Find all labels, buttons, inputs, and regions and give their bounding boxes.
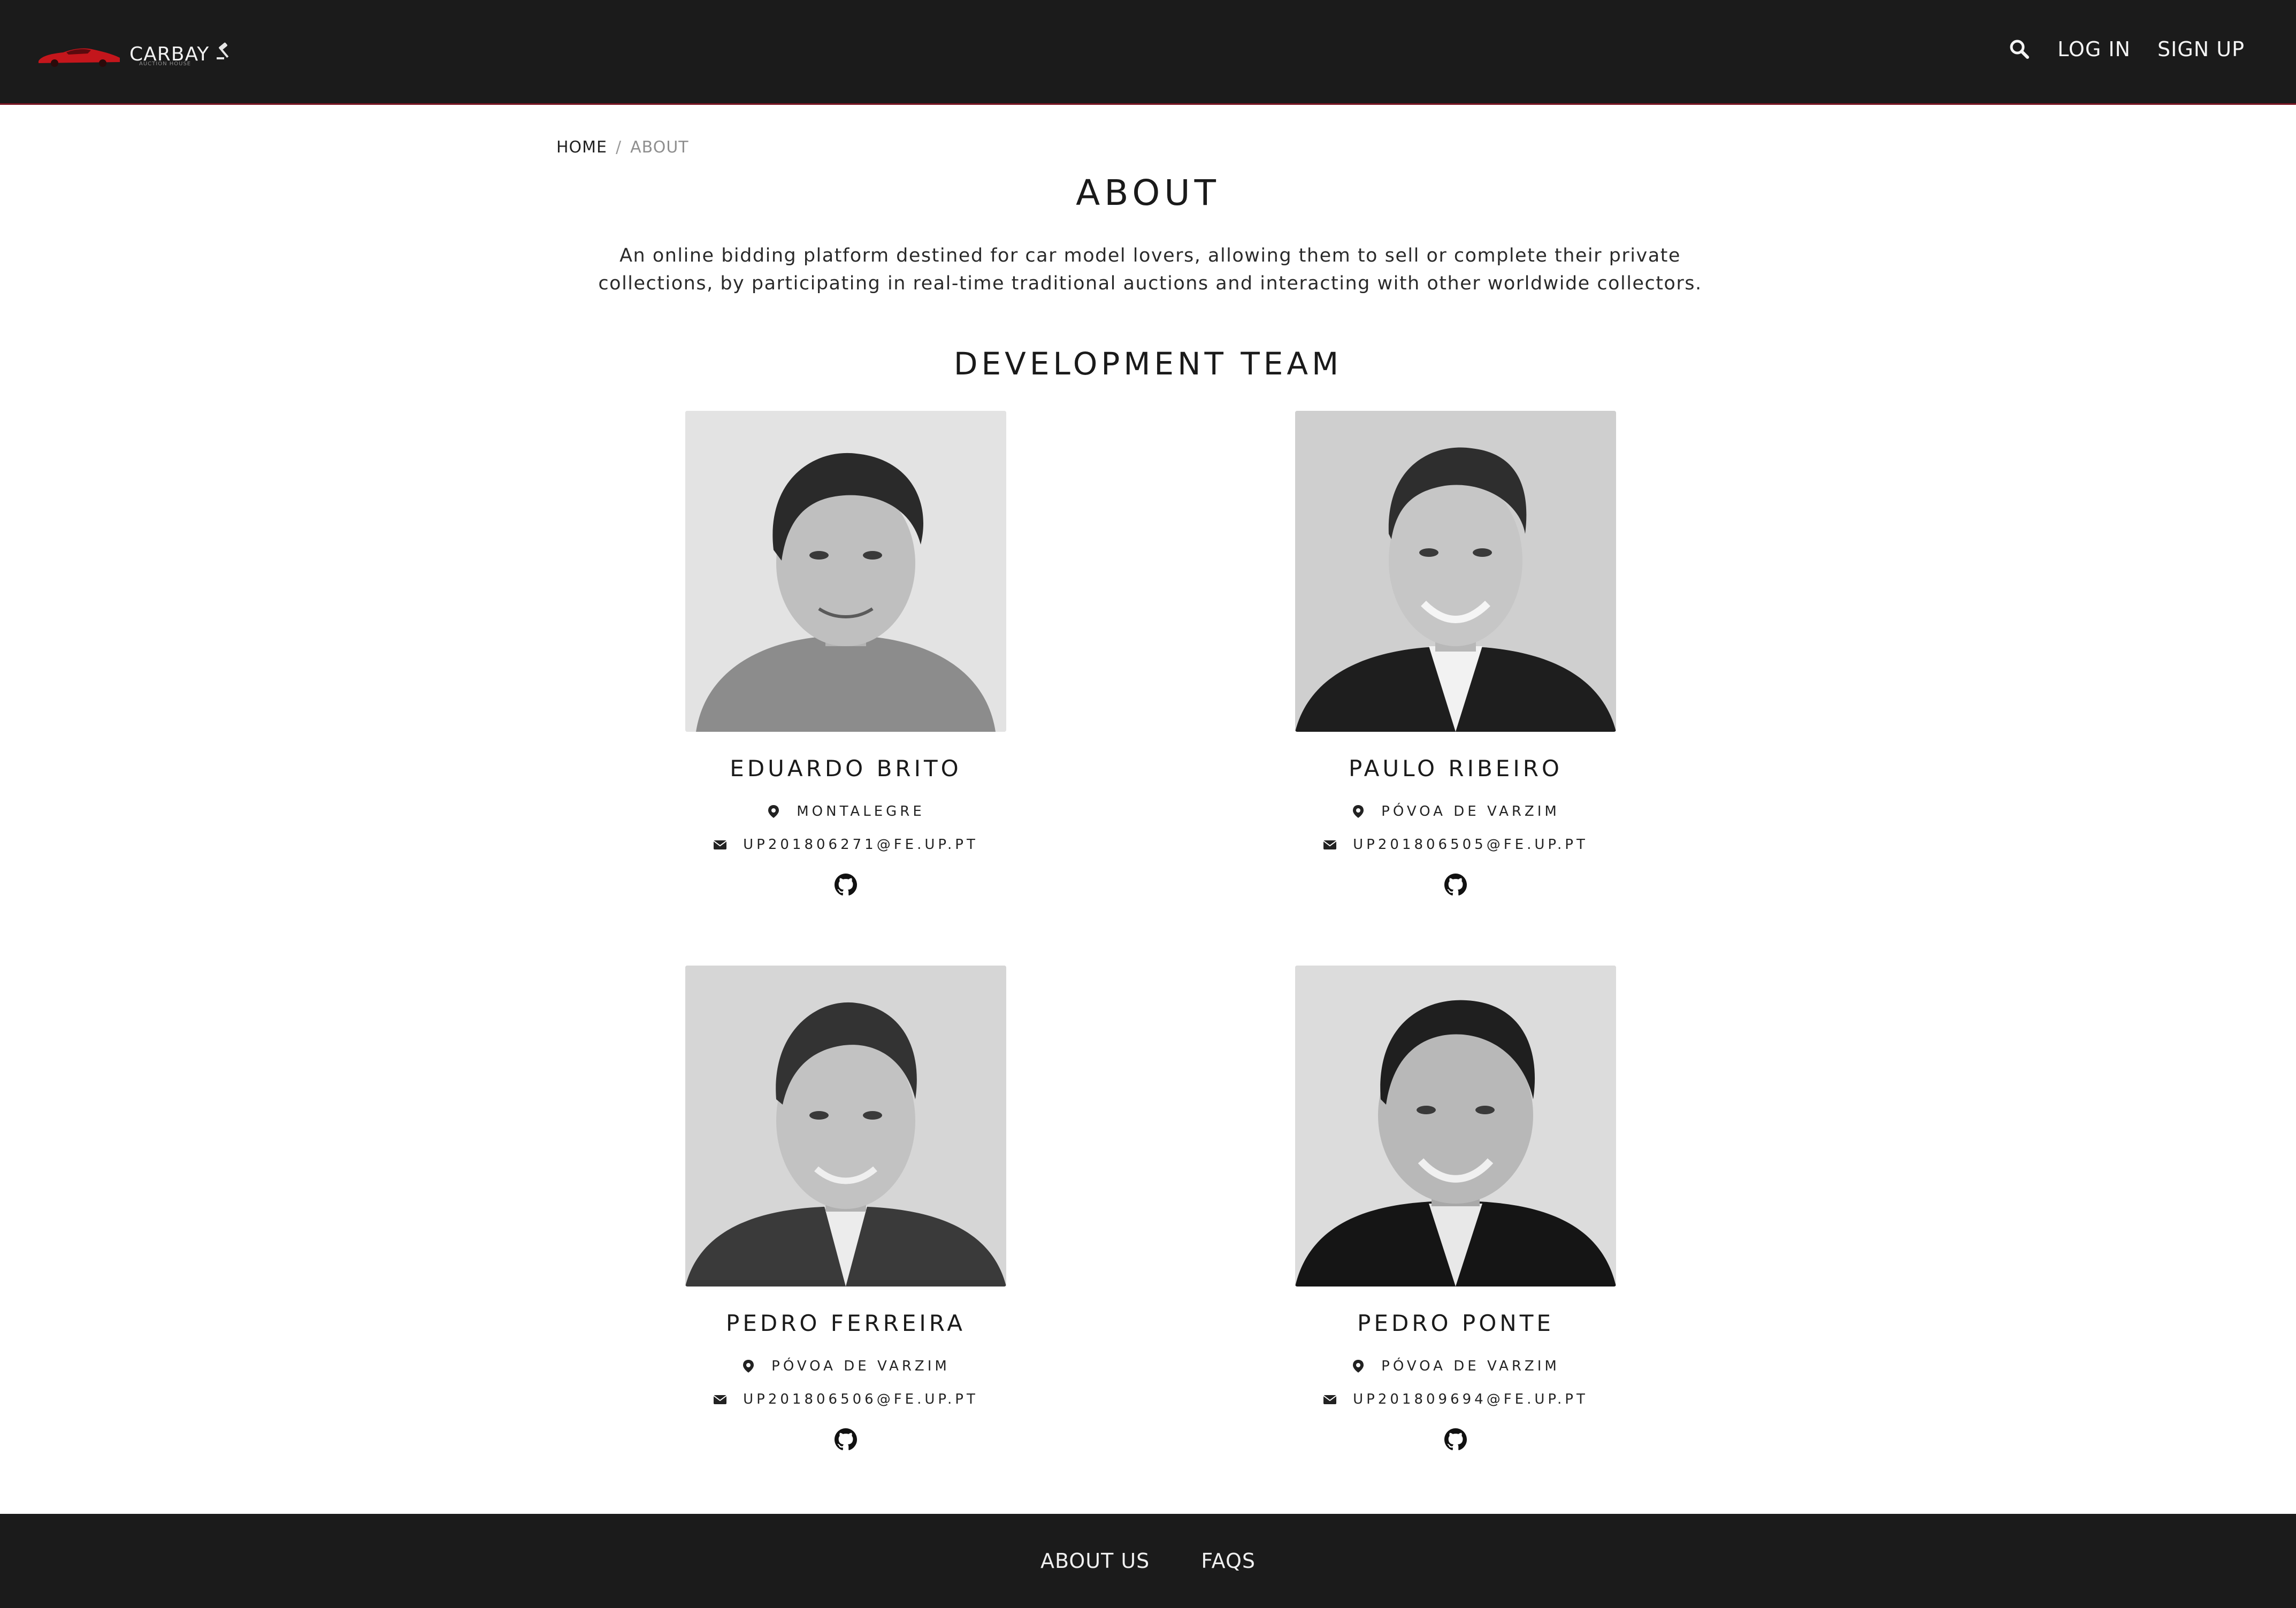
member-email: UP201809694@FE.UP.PT [1295, 1390, 1616, 1409]
sign-up-link[interactable]: SIGN UP [2157, 37, 2245, 61]
member-email-text[interactable]: UP201806271@FE.UP.PT [743, 837, 978, 853]
member-name: PEDRO FERREIRA [726, 1310, 966, 1336]
member-location: MONTALEGRE [685, 802, 1006, 821]
envelope-icon [713, 840, 727, 849]
member-email-text[interactable]: UP201809694@FE.UP.PT [1353, 1391, 1588, 1407]
github-icon[interactable] [1444, 874, 1467, 896]
github-icon[interactable] [835, 874, 857, 896]
breadcrumb-separator: / [616, 138, 622, 157]
top-navbar: CARBAY AUCTION HOUSE LOG IN SIGN UP [0, 0, 2296, 105]
team-section-title: DEVELOPMENT TEAM [953, 346, 1343, 382]
breadcrumb: HOME / ABOUT [556, 138, 689, 157]
page-title: ABOUT [1076, 172, 1220, 213]
brand-subtitle: AUCTION HOUSE [139, 61, 192, 67]
map-marker-icon [768, 805, 779, 818]
member-photo [685, 966, 1006, 1287]
footer: ABOUT US FAQS [0, 1514, 2296, 1608]
map-marker-icon [743, 1360, 754, 1373]
breadcrumb-current: ABOUT [630, 138, 689, 157]
member-portrait-image [685, 411, 1006, 732]
team-member-card: PAULO RIBEIRO PÓVOA DE VARZIM UP20180650… [1295, 411, 1616, 898]
member-email-text[interactable]: UP201806506@FE.UP.PT [743, 1391, 978, 1407]
member-photo [1295, 966, 1616, 1287]
member-location-text: MONTALEGRE [797, 803, 925, 820]
team-member-card: PEDRO PONTE PÓVOA DE VARZIM UP201809694@… [1295, 966, 1616, 1453]
member-location: PÓVOA DE VARZIM [1295, 1357, 1616, 1376]
member-email: UP201806505@FE.UP.PT [1295, 835, 1616, 854]
member-photo [1295, 411, 1616, 732]
envelope-icon [1323, 840, 1337, 849]
map-marker-icon [1353, 805, 1364, 818]
brand-logo-link[interactable]: CARBAY AUCTION HOUSE [36, 36, 234, 74]
member-name: PEDRO PONTE [1357, 1310, 1554, 1336]
member-portrait-image [1295, 966, 1616, 1287]
member-name: PAULO RIBEIRO [1349, 755, 1563, 782]
footer-about-us-link[interactable]: ABOUT US [1040, 1549, 1150, 1573]
search-icon[interactable] [2008, 38, 2031, 60]
member-portrait-image [685, 966, 1006, 1287]
envelope-icon [713, 1395, 727, 1404]
red-car-logo-icon [39, 48, 120, 67]
team-member-card: EDUARDO BRITO MONTALEGRE UP201806271@FE.… [685, 411, 1006, 898]
member-email: UP201806506@FE.UP.PT [685, 1390, 1006, 1409]
member-email: UP201806271@FE.UP.PT [685, 835, 1006, 854]
github-icon[interactable] [1444, 1428, 1467, 1451]
member-location: PÓVOA DE VARZIM [1295, 802, 1616, 821]
member-location-text: PÓVOA DE VARZIM [771, 1358, 950, 1374]
member-name: EDUARDO BRITO [730, 755, 962, 782]
member-portrait-image [1295, 411, 1616, 732]
breadcrumb-home[interactable]: HOME [556, 138, 607, 157]
github-icon[interactable] [835, 1428, 857, 1451]
member-location-text: PÓVOA DE VARZIM [1381, 803, 1560, 820]
log-in-link[interactable]: LOG IN [2057, 37, 2131, 61]
member-location: PÓVOA DE VARZIM [685, 1357, 1006, 1376]
gavel-icon [217, 42, 229, 59]
nav-right: LOG IN SIGN UP [2008, 37, 2245, 61]
member-photo [685, 411, 1006, 732]
about-description: An online bidding platform destined for … [598, 245, 1702, 294]
envelope-icon [1323, 1395, 1337, 1404]
member-email-text[interactable]: UP201806505@FE.UP.PT [1353, 837, 1588, 853]
member-location-text: PÓVOA DE VARZIM [1381, 1358, 1560, 1374]
footer-faqs-link[interactable]: FAQS [1201, 1549, 1256, 1573]
map-marker-icon [1353, 1360, 1364, 1373]
team-member-card: PEDRO FERREIRA PÓVOA DE VARZIM UP2018065… [685, 966, 1006, 1453]
